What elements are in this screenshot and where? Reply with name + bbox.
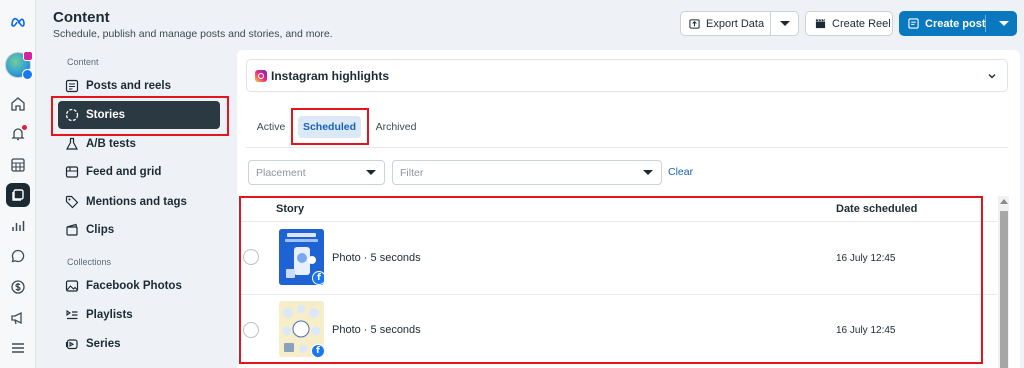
instagram-badge-icon (23, 51, 33, 61)
icon-rail (0, 0, 36, 368)
chevron-down-icon (779, 21, 790, 26)
ads-icon[interactable] (6, 306, 30, 330)
tab-scheduled[interactable]: Scheduled (298, 116, 361, 138)
story-thumbnail[interactable]: f (279, 301, 324, 357)
tab-active[interactable]: Active (252, 116, 290, 138)
monetization-icon[interactable] (6, 275, 30, 299)
page-title: Content (53, 9, 110, 26)
placement-placeholder: Placement (256, 166, 306, 179)
sidebar-item-label: Feed and grid (86, 166, 162, 178)
chevron-down-icon (366, 170, 376, 175)
account-selector[interactable]: Instagram highlights (246, 59, 1008, 92)
chevron-down-icon (988, 74, 996, 79)
tabs-divider (246, 147, 1008, 148)
sidebar-item-label: Playlists (86, 309, 133, 321)
sidebar-item-mentions-and-tags[interactable]: Mentions and tags (58, 188, 220, 216)
feed-icon (65, 166, 79, 178)
sidebar-item-facebook-photos[interactable]: Facebook Photos (58, 272, 220, 300)
facebook-icon: f (311, 344, 324, 357)
notification-dot (22, 125, 27, 130)
sidebar-item-label: A/B tests (86, 138, 136, 150)
account-selector-label: Instagram highlights (271, 68, 390, 83)
sidebar-item-label: Mentions and tags (86, 196, 187, 208)
placement-select[interactable]: Placement (248, 160, 385, 185)
create-reel-button[interactable]: Create Reel (805, 11, 893, 36)
clapperboard-icon (815, 19, 826, 29)
content-icon[interactable] (6, 183, 30, 207)
series-icon (65, 339, 78, 350)
create-post-label: Create post (925, 17, 986, 30)
story-thumbnail[interactable]: f (279, 229, 324, 285)
clips-icon (66, 223, 78, 236)
create-reel-label: Create Reel (832, 17, 891, 30)
story-date: 16 July 12:45 (836, 253, 896, 264)
row-select-radio[interactable] (243, 322, 259, 338)
meta-logo-icon[interactable] (6, 10, 30, 34)
sidebar-item-playlists[interactable]: Playlists (58, 301, 220, 329)
export-data-label: Export Data (706, 17, 765, 30)
facebook-icon: f (312, 271, 324, 285)
row-select-radio[interactable] (243, 249, 259, 265)
table-scrollbar-thumb[interactable] (1000, 211, 1008, 368)
nav-section-collections: Collections (67, 257, 112, 267)
chevron-down-icon (999, 21, 1009, 26)
nav-section-content: Content (67, 57, 99, 67)
notifications-icon[interactable] (6, 122, 30, 146)
home-icon[interactable] (6, 92, 30, 116)
story-title: Photo · 5 seconds (332, 252, 421, 264)
sidebar-item-posts-and-reels[interactable]: Posts and reels (58, 72, 220, 100)
sidebar-item-feed-and-grid[interactable]: Feed and grid (58, 158, 220, 186)
inbox-icon[interactable] (6, 244, 30, 268)
tab-archived[interactable]: Archived (373, 116, 419, 138)
flask-icon (65, 137, 79, 150)
story-title: Photo · 5 seconds (332, 324, 421, 336)
row-divider (239, 294, 997, 295)
column-header-story[interactable]: Story (276, 203, 304, 215)
sidebar-item-series[interactable]: Series (58, 330, 220, 358)
insights-icon[interactable] (6, 214, 30, 238)
chevron-down-icon (643, 170, 653, 175)
sidebar-item-ab-tests[interactable]: A/B tests (58, 130, 220, 158)
scroll-up-icon[interactable] (1000, 199, 1008, 204)
page-avatar[interactable] (5, 51, 33, 80)
sidebar-item-label: Series (86, 338, 121, 350)
compose-icon (908, 18, 919, 29)
export-options-button[interactable] (770, 11, 799, 36)
story-date: 16 July 12:45 (836, 325, 896, 336)
photo-icon (65, 280, 79, 292)
sidebar-item-label: Stories (86, 109, 125, 121)
sidebar-item-label: Posts and reels (86, 80, 172, 92)
grid-icon[interactable] (6, 153, 30, 177)
sidebar-item-stories[interactable]: Stories (58, 101, 220, 129)
playlist-icon (66, 309, 78, 320)
instagram-icon (255, 69, 267, 82)
export-icon (689, 19, 700, 29)
menu-icon[interactable] (6, 336, 30, 360)
header-divider (239, 221, 997, 222)
filter-placeholder: Filter (400, 166, 424, 179)
page-subtitle: Schedule, publish and manage posts and s… (53, 28, 333, 40)
create-post-options-button[interactable] (992, 11, 1016, 36)
export-data-button[interactable]: Export Data (680, 11, 771, 36)
sidebar-item-label: Clips (86, 224, 115, 236)
create-post-divider (985, 15, 986, 32)
sidebar-item-label: Facebook Photos (86, 280, 182, 292)
filter-select[interactable]: Filter (392, 160, 662, 185)
tag-icon (65, 195, 79, 209)
column-header-date-scheduled[interactable]: Date scheduled (836, 203, 917, 215)
sidebar-item-clips[interactable]: Clips (58, 216, 220, 244)
clear-filters-link[interactable]: Clear (668, 166, 693, 178)
stories-icon (65, 108, 79, 122)
facebook-badge-icon (22, 69, 33, 80)
posts-icon (65, 79, 79, 93)
